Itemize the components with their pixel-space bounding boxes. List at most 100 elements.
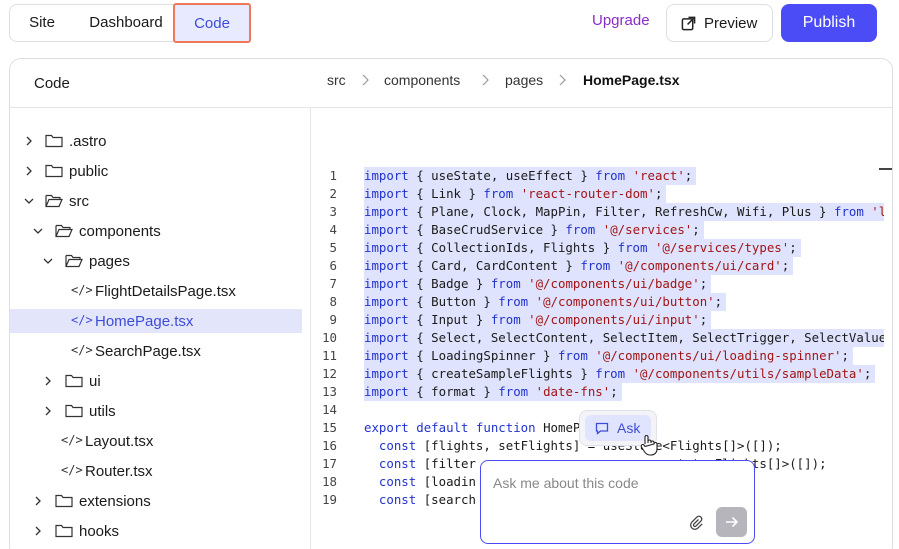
upgrade-link[interactable]: Upgrade — [592, 12, 650, 29]
tree-file-homepage[interactable]: </> HomePage.tsx — [10, 309, 302, 333]
tree-file-layout[interactable]: </> Layout.tsx — [10, 429, 302, 453]
tab-dashboard[interactable]: Dashboard — [76, 5, 176, 41]
code-line: 6 import { Card, CardContent } from '@/co… — [301, 257, 884, 275]
chevron-down-icon — [24, 198, 34, 204]
tab-site[interactable]: Site — [18, 5, 66, 41]
line-number: 6 — [329, 258, 337, 273]
tree-item-label: components — [79, 223, 161, 240]
tree-folder-utils[interactable]: utils — [10, 399, 302, 423]
line-number: 16 — [322, 438, 337, 453]
code-line: 4 import { BaseCrudService } from '@/serv… — [301, 221, 884, 239]
code-text: import { LoadingSpinner } from '@/compon… — [364, 347, 853, 365]
tree-item-label: ui — [89, 373, 101, 390]
tree-item-label: SearchPage.tsx — [95, 343, 201, 360]
chevron-down-icon — [43, 258, 53, 264]
tree-file-router[interactable]: </> Router.tsx — [10, 459, 302, 483]
folder-open-icon — [55, 224, 73, 238]
line-number: 3 — [329, 204, 337, 219]
code-file-icon: </> — [61, 433, 83, 447]
code-text: import { createSampleFlights } from '@/c… — [364, 365, 876, 383]
tree-file-searchpage[interactable]: </> SearchPage.tsx — [10, 339, 302, 363]
line-number: 4 — [329, 222, 337, 237]
tree-item-label: Router.tsx — [85, 463, 153, 480]
chevron-right-icon — [559, 74, 566, 86]
tree-folder-src[interactable]: src — [10, 189, 302, 213]
line-number: 2 — [329, 186, 337, 201]
code-line: 3 import { Plane, Clock, MapPin, Filter, … — [301, 203, 884, 221]
breadcrumb-item[interactable]: pages — [505, 72, 543, 88]
line-number: 19 — [322, 492, 337, 507]
tree-item-label: Layout.tsx — [85, 433, 154, 450]
line-number: 5 — [329, 240, 337, 255]
line-number: 8 — [329, 294, 337, 309]
tree-item-label: hooks — [79, 523, 120, 540]
paperclip-icon[interactable] — [688, 514, 704, 530]
code-line: 7 import { Badge } from '@/components/ui/… — [301, 275, 884, 293]
code-text: import { CollectionIds, Flights } from '… — [364, 239, 801, 257]
tree-folder-components[interactable]: components — [10, 219, 302, 243]
line-number: 10 — [322, 330, 337, 345]
folder-icon — [45, 164, 63, 178]
line-number: 20 — [301, 509, 337, 510]
line-number: 15 — [322, 420, 337, 435]
breadcrumb-current: HomePage.tsx — [583, 72, 680, 88]
ask-input[interactable]: Ask me about this code — [493, 475, 639, 491]
folder-icon — [55, 494, 73, 508]
code-text: import { Input } from '@/components/ui/i… — [364, 311, 712, 329]
tree-folder-public[interactable]: public — [10, 159, 302, 183]
chevron-down-icon — [33, 228, 43, 234]
view-tab-group: Site Dashboard Code — [9, 3, 251, 43]
code-text: import { Select, SelectContent, SelectIt… — [364, 329, 884, 347]
line-number: 14 — [322, 402, 337, 417]
scrollbar-indicator[interactable] — [879, 168, 892, 170]
preview-button[interactable]: Preview — [666, 4, 773, 42]
line-number: 1 — [329, 168, 337, 183]
code-text: import { format } from 'date-fns'; — [364, 383, 622, 401]
line-number: 9 — [329, 312, 337, 327]
tree-item-label: FlightDetailsPage.tsx — [95, 283, 236, 300]
header-divider — [10, 107, 892, 108]
code-text: export default function HomeP — [364, 420, 581, 435]
line-number: 7 — [329, 276, 337, 291]
line-number: 13 — [322, 384, 337, 399]
panel-title: Code — [34, 75, 70, 92]
tree-item-label: .astro — [69, 133, 107, 150]
folder-icon — [45, 134, 63, 148]
tree-folder-astro[interactable]: .astro — [10, 129, 302, 153]
code-line: 9 import { Input } from '@/components/ui/… — [301, 311, 884, 329]
code-file-icon: </> — [71, 343, 93, 357]
code-text: import { Card, CardContent } from '@/com… — [364, 257, 794, 275]
tab-code[interactable]: Code — [173, 3, 251, 43]
code-line: 8 import { Button } from '@/components/ui… — [301, 293, 884, 311]
line-number: 11 — [322, 348, 337, 363]
folder-open-icon — [45, 194, 63, 208]
tree-folder-pages[interactable]: pages — [10, 249, 302, 273]
publish-button[interactable]: Publish — [781, 4, 877, 42]
tree-folder-hooks[interactable]: hooks — [10, 519, 302, 543]
tree-folder-ui[interactable]: ui — [10, 369, 302, 393]
code-file-icon: </> — [61, 463, 83, 477]
code-line: 13 import { format } from 'date-fns'; — [301, 383, 884, 401]
code-text: const [flights, setFlights] = useState<F… — [378, 438, 782, 453]
send-button[interactable] — [716, 507, 747, 537]
ask-prompt-box: Ask me about this code — [480, 460, 755, 544]
tree-item-label: src — [69, 193, 89, 210]
ask-label: Ask — [617, 420, 641, 436]
code-line: 10 import { Select, SelectContent, Select… — [301, 329, 884, 347]
folder-icon — [65, 404, 83, 418]
chevron-right-icon — [35, 496, 41, 506]
code-text: import { Link } from 'react-router-dom'; — [364, 185, 667, 203]
breadcrumb-item[interactable]: src — [327, 72, 346, 88]
code-text: import { useState, useEffect } from 'rea… — [364, 167, 697, 185]
tree-file-flightdetailspage[interactable]: </> FlightDetailsPage.tsx — [10, 279, 302, 303]
tree-item-label: extensions — [79, 493, 151, 510]
code-line: 2 import { Link } from 'react-router-dom'… — [301, 185, 884, 203]
folder-open-icon — [65, 254, 83, 268]
chevron-right-icon — [45, 376, 51, 386]
code-text: const [loadin — [378, 474, 476, 489]
preview-label: Preview — [704, 15, 758, 32]
code-line: 12 import { createSampleFlights } from '@… — [301, 365, 884, 383]
tree-folder-extensions[interactable]: extensions — [10, 489, 302, 513]
breadcrumb-item[interactable]: components — [384, 72, 460, 88]
code-editor[interactable]: 1 import { useState, useEffect } from 're… — [301, 110, 884, 510]
